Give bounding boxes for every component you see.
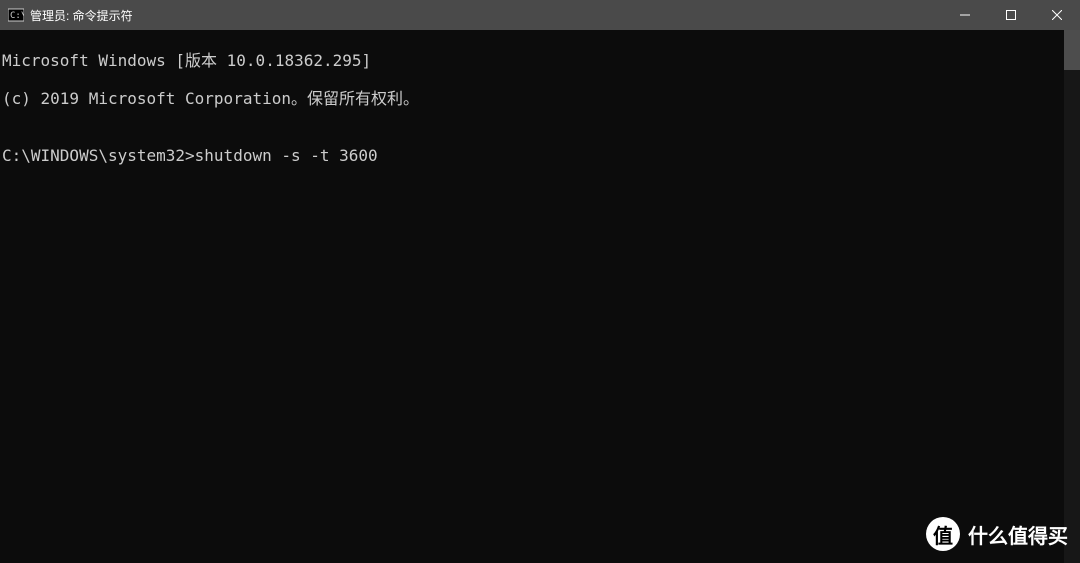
close-button[interactable] [1034,0,1080,30]
maximize-button[interactable] [988,0,1034,30]
titlebar-left: C:\ 管理员: 命令提示符 [0,7,133,24]
terminal-line-version: Microsoft Windows [版本 10.0.18362.295] [2,51,1078,70]
terminal-prompt: C:\WINDOWS\system32> [2,146,195,165]
terminal-command: shutdown -s -t 3600 [195,146,378,165]
vertical-scrollbar[interactable] [1064,30,1080,563]
cmd-icon: C:\ [8,7,24,23]
watermark-text: 什么值得买 [968,520,1068,549]
minimize-button[interactable] [942,0,988,30]
window-title: 管理员: 命令提示符 [30,7,133,24]
watermark: 值 什么值得买 [926,517,1068,551]
window-titlebar: C:\ 管理员: 命令提示符 [0,0,1080,30]
window-controls [942,0,1080,30]
terminal-prompt-line: C:\WINDOWS\system32>shutdown -s -t 3600 [2,146,1078,165]
terminal-line-copyright: (c) 2019 Microsoft Corporation。保留所有权利。 [2,89,1078,108]
terminal-content[interactable]: Microsoft Windows [版本 10.0.18362.295] (c… [0,30,1080,563]
svg-text:C:\: C:\ [10,11,24,21]
watermark-badge-icon: 值 [926,517,960,551]
scrollbar-thumb[interactable] [1064,30,1080,70]
